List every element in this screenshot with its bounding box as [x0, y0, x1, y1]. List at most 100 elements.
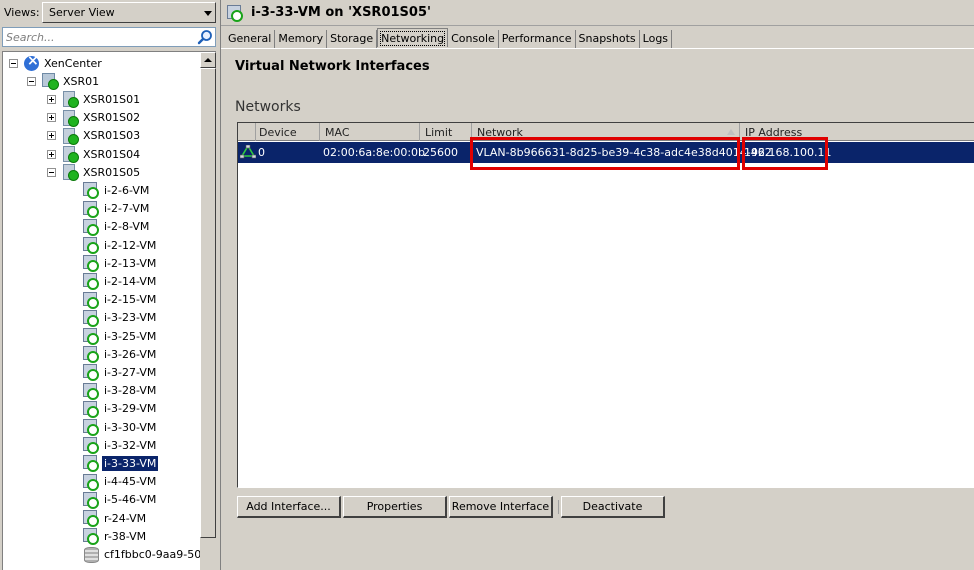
- tab-label: Snapshots: [579, 32, 636, 45]
- vm-running-icon: [83, 401, 99, 417]
- vm-running-icon: [83, 219, 99, 235]
- server-icon: [62, 91, 78, 107]
- tree-item-vm[interactable]: i-3-33-VM: [83, 454, 158, 472]
- tab-bar: General Memory Storage Networking Console Per…: [225, 30, 672, 49]
- tree-item-vm[interactable]: r-24-VM: [83, 509, 148, 527]
- scroll-thumb[interactable]: [200, 68, 216, 538]
- tree-item-label: i-2-15-VM: [102, 292, 158, 307]
- tree-item-vm[interactable]: i-3-27-VM: [83, 363, 158, 381]
- tree-item-vm[interactable]: i-2-14-VM: [83, 272, 158, 290]
- tree-scrollbar[interactable]: [200, 52, 216, 570]
- tree-item-label: i-2-8-VM: [102, 219, 151, 234]
- tab-label: Logs: [643, 32, 668, 45]
- xencenter-icon: [24, 56, 39, 71]
- search-placeholder: Search...: [6, 31, 55, 44]
- tree-item-label: i-2-13-VM: [102, 256, 158, 271]
- deactivate-button[interactable]: Deactivate: [561, 496, 665, 518]
- tab-general[interactable]: General: [225, 30, 275, 48]
- tree-item-label: i-2-7-VM: [102, 201, 151, 216]
- server-icon: [62, 128, 78, 144]
- column-header-icon[interactable]: [238, 123, 256, 141]
- tab-divider: [221, 48, 974, 49]
- tab-storage[interactable]: Storage: [327, 30, 377, 48]
- vm-running-icon: [227, 5, 243, 21]
- column-header-mac[interactable]: MAC: [320, 123, 420, 141]
- column-header-device[interactable]: Device: [256, 123, 320, 141]
- tree-item-vm[interactable]: i-3-29-VM: [83, 400, 158, 418]
- expand-icon[interactable]: [47, 150, 56, 159]
- vm-running-icon: [83, 474, 99, 490]
- tree-item-vm[interactable]: i-3-32-VM: [83, 436, 158, 454]
- tab-label: General: [228, 32, 271, 45]
- search-input[interactable]: Search...: [2, 27, 216, 47]
- tab-console[interactable]: Console: [448, 30, 499, 48]
- tree-item-server[interactable]: XSR01S02: [47, 109, 142, 127]
- tree-item-server[interactable]: XSR01S04: [47, 145, 142, 163]
- column-header-limit[interactable]: Limit: [420, 123, 472, 141]
- tree-item-label: i-3-25-VM: [102, 329, 158, 344]
- tree-item-server[interactable]: XSR01S05: [47, 163, 142, 181]
- tree-item-vm[interactable]: i-3-23-VM: [83, 309, 158, 327]
- tree-item-label: XenCenter: [42, 56, 104, 71]
- expand-icon[interactable]: [47, 95, 56, 104]
- tree-item-vm[interactable]: i-3-26-VM: [83, 345, 158, 363]
- tree-item-vm[interactable]: i-2-15-VM: [83, 291, 158, 309]
- tab-snapshots[interactable]: Snapshots: [576, 30, 640, 48]
- cell-limit: 25600: [423, 146, 458, 159]
- tree-item-vm[interactable]: i-3-25-VM: [83, 327, 158, 345]
- server-icon: [62, 146, 78, 162]
- vm-running-icon: [83, 292, 99, 308]
- vm-running-icon: [83, 437, 99, 453]
- collapse-icon[interactable]: [27, 77, 36, 86]
- scroll-up-button[interactable]: [200, 52, 216, 68]
- arrow-up-icon: [204, 58, 212, 62]
- tree-item-label: XSR01S05: [81, 165, 142, 180]
- tree-item-vm[interactable]: i-4-45-VM: [83, 473, 158, 491]
- tree-item-vm[interactable]: r-38-VM: [83, 527, 148, 545]
- tree-item-vm[interactable]: i-2-7-VM: [83, 200, 151, 218]
- tab-label: Console: [451, 32, 495, 45]
- tree-item-label: i-3-23-VM: [102, 310, 158, 325]
- tree-item-sr[interactable]: cf1fbbc0-9aa9-50c: [83, 545, 209, 563]
- expand-icon[interactable]: [47, 113, 56, 122]
- tree-item-label: i-3-27-VM: [102, 365, 158, 380]
- views-dropdown[interactable]: Server View: [42, 2, 216, 23]
- vm-running-icon: [83, 510, 99, 526]
- tree-item-vm[interactable]: i-5-46-VM: [83, 491, 158, 509]
- tree-item-root[interactable]: XenCenter: [9, 54, 104, 72]
- cell-mac: 02:00:6a:8e:00:0b: [323, 146, 425, 159]
- remove-interface-button[interactable]: Remove Interface: [449, 496, 553, 518]
- properties-button[interactable]: Properties: [343, 496, 447, 518]
- tree-item-vm[interactable]: i-3-30-VM: [83, 418, 158, 436]
- tree-item-vm[interactable]: i-2-13-VM: [83, 254, 158, 272]
- views-dropdown-value: Server View: [49, 6, 115, 19]
- vm-running-icon: [83, 310, 99, 326]
- tree-item-server[interactable]: XSR01S03: [47, 127, 142, 145]
- add-interface-button[interactable]: Add Interface...: [237, 496, 341, 518]
- page-title: i-3-33-VM on 'XSR01S05': [251, 5, 431, 20]
- tree-item-label: i-3-32-VM: [102, 438, 158, 453]
- tree-item-vm[interactable]: i-2-12-VM: [83, 236, 158, 254]
- title-bar: i-3-33-VM on 'XSR01S05': [221, 0, 974, 26]
- tab-label: Storage: [330, 32, 373, 45]
- tab-networking[interactable]: Networking: [377, 28, 448, 47]
- search-icon[interactable]: [197, 29, 213, 45]
- tab-memory[interactable]: Memory: [275, 30, 327, 48]
- vm-running-icon: [83, 383, 99, 399]
- vm-running-icon: [83, 455, 99, 471]
- tree-item-vm[interactable]: i-2-6-VM: [83, 181, 151, 199]
- tree-item-pool[interactable]: XSR01: [27, 72, 101, 90]
- tab-label: Memory: [278, 32, 323, 45]
- tab-label: Networking: [381, 32, 444, 45]
- ip-highlight-box: [742, 137, 828, 170]
- tab-logs[interactable]: Logs: [640, 30, 672, 48]
- expand-icon[interactable]: [47, 131, 56, 140]
- tree-item-label: XSR01S04: [81, 147, 142, 162]
- resource-tree[interactable]: XenCenterXSR01XSR01S01XSR01S02XSR01S03 XS…: [2, 51, 216, 570]
- tree-item-vm[interactable]: i-2-8-VM: [83, 218, 151, 236]
- tree-item-vm[interactable]: i-3-28-VM: [83, 382, 158, 400]
- collapse-icon[interactable]: [9, 59, 18, 68]
- collapse-icon[interactable]: [47, 168, 56, 177]
- tree-item-server[interactable]: XSR01S01: [47, 90, 142, 108]
- tab-performance[interactable]: Performance: [499, 30, 576, 48]
